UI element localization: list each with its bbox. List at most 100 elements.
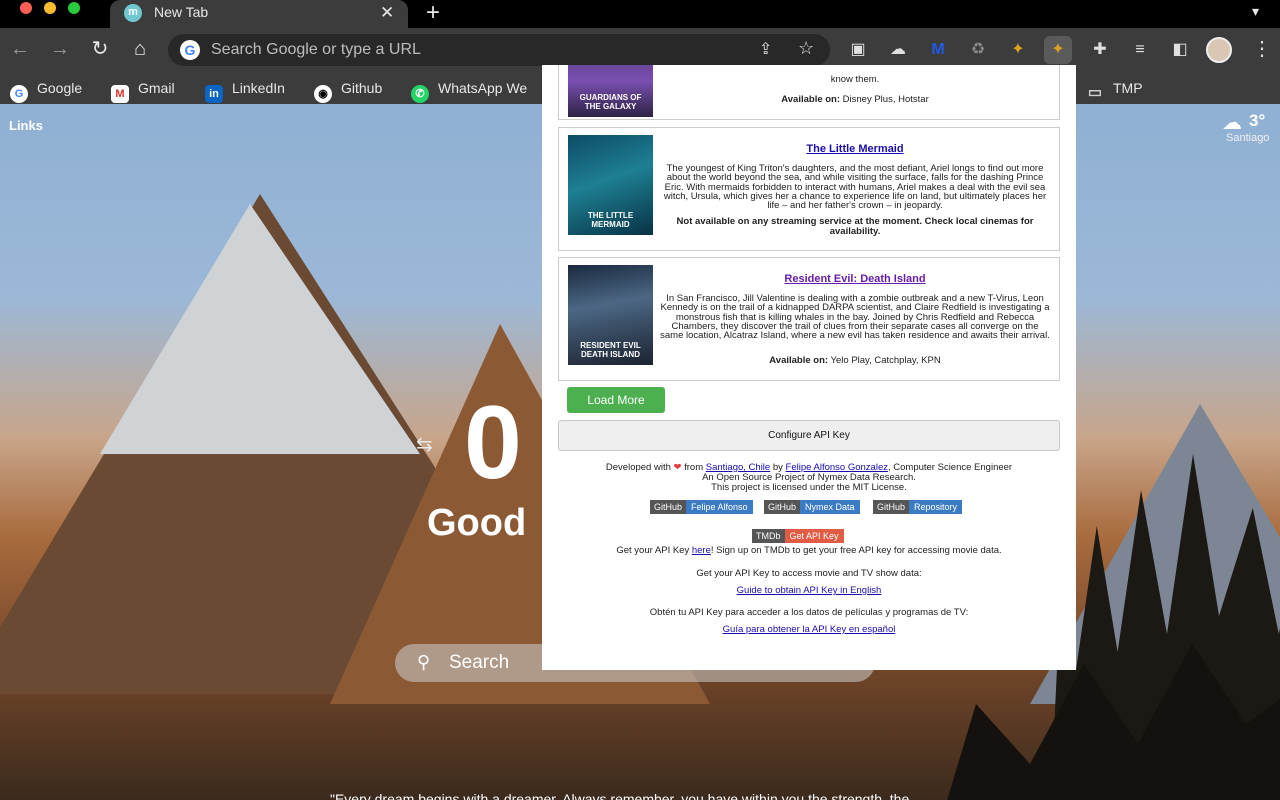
github-badge-nymex[interactable]: GitHub Nymex Data xyxy=(764,500,860,514)
movie-availability: Available on: Yelo Play, Catchplay, KPN xyxy=(659,355,1051,366)
bookmark-label: LinkedIn xyxy=(232,80,285,96)
availability-label: Available on: xyxy=(781,94,841,105)
tab-strip: m New Tab ✕ + ▾ xyxy=(0,0,1280,28)
badge-right: Nymex Data xyxy=(800,500,860,514)
availability-value: Disney Plus, Hotstar xyxy=(842,94,929,105)
google-icon: G xyxy=(10,85,28,103)
media-queue-icon[interactable]: ≡ xyxy=(1126,36,1154,64)
omnibox[interactable]: G Search Google or type a URL ⇪ ☆ xyxy=(168,34,830,66)
movie-title-link[interactable]: Resident Evil: Death Island xyxy=(659,273,1051,285)
whatsapp-icon: ✆ xyxy=(411,85,429,103)
close-window-button[interactable] xyxy=(20,2,32,14)
movie-extension-active-icon[interactable]: ✦ xyxy=(1044,36,1072,64)
google-icon: G xyxy=(180,40,200,60)
github-badge-repository[interactable]: GitHub Repository xyxy=(873,500,963,514)
api-text: ! Sign up on TMDb to get your free API k… xyxy=(710,545,1002,556)
poster-title: GUARDIANS OF THE GALAXY xyxy=(579,93,642,111)
bookmark-google[interactable]: G Google xyxy=(10,77,83,103)
availability-value: Yelo Play, Catchplay, KPN xyxy=(830,355,941,366)
movie-card: GUARDIANS OF THE GALAXY know them. Avail… xyxy=(558,65,1060,120)
bookmark-whatsapp[interactable]: ✆ WhatsApp We xyxy=(411,77,528,103)
configure-api-key-button[interactable]: Configure API Key xyxy=(558,420,1060,451)
side-panel-icon[interactable]: ◧ xyxy=(1166,36,1194,64)
bookmark-folder-tmp[interactable]: ▭ TMP xyxy=(1086,77,1143,101)
extension-popup: GUARDIANS OF THE GALAXY know them. Avail… xyxy=(542,65,1076,670)
spanish-guide-heading: Obtén tu API Key para acceder a los dato… xyxy=(649,607,969,618)
cloud-extension-icon[interactable]: ☁ xyxy=(884,36,912,64)
bookmark-label: Github xyxy=(341,80,383,96)
tab-search-chevron-icon[interactable]: ▾ xyxy=(1252,3,1259,20)
movie-availability: Available on: Disney Plus, Hotstar xyxy=(659,94,1051,105)
badge-left: TMDb xyxy=(752,529,785,543)
forward-icon[interactable]: → xyxy=(47,36,73,62)
github-badge-felipe[interactable]: GitHub Felipe Alfonso xyxy=(650,500,753,514)
reading-list-icon[interactable]: ▣ xyxy=(844,36,872,64)
movie-description: In San Francisco, Jill Valentine is deal… xyxy=(660,293,1050,342)
extensions-puzzle-icon[interactable]: ✚ xyxy=(1086,36,1114,64)
tab-title: New Tab xyxy=(154,4,209,20)
bookmark-gmail[interactable]: M Gmail xyxy=(111,77,175,103)
maximize-window-button[interactable] xyxy=(68,2,80,14)
movie-description: The youngest of King Triton's daughters,… xyxy=(663,163,1047,212)
greeting: Good xyxy=(427,502,527,544)
english-guide-heading: Get your API Key to access movie and TV … xyxy=(696,568,922,579)
search-icon: ⚲ xyxy=(417,652,431,672)
spanish-guide-link[interactable]: Guía para obtener la API Key en español xyxy=(542,624,1076,635)
folder-icon: ▭ xyxy=(1087,84,1103,101)
bookmark-github[interactable]: ◉ Github xyxy=(314,77,383,103)
load-more-button[interactable]: Load More xyxy=(567,387,665,413)
github-icon: ◉ xyxy=(314,85,332,103)
badge-right: Get API Key xyxy=(784,529,844,543)
availability-label: Available on: xyxy=(769,355,829,366)
bookmark-label: Google xyxy=(37,80,83,96)
home-icon[interactable]: ⌂ xyxy=(127,36,153,62)
bookmark-label: Gmail xyxy=(138,80,175,96)
swap-icon[interactable]: ⇆ xyxy=(416,432,433,457)
movie-unavailable: Not available on any streaming service a… xyxy=(676,216,1034,237)
tab-new-tab[interactable]: m New Tab ✕ xyxy=(110,0,408,28)
new-tab-button[interactable]: + xyxy=(426,0,440,26)
m-extension-icon[interactable]: M xyxy=(924,36,952,64)
movie-title-link[interactable]: The Little Mermaid xyxy=(659,143,1051,155)
bookmark-label: WhatsApp We xyxy=(438,80,528,96)
weather-temperature: 3° xyxy=(1249,111,1266,130)
search-placeholder: Search xyxy=(449,652,510,673)
bookmark-linkedin[interactable]: in LinkedIn xyxy=(205,77,285,103)
api-key-info: Get your API Key here! Sign up on TMDb t… xyxy=(542,545,1076,556)
linkedin-icon: in xyxy=(205,85,223,103)
poster-title: THE LITTLE MERMAID xyxy=(587,211,634,229)
profile-avatar[interactable] xyxy=(1206,37,1232,63)
movie-poster[interactable]: RESIDENT EVIL DEATH ISLAND xyxy=(568,265,653,365)
badge-left: GitHub xyxy=(650,500,687,514)
movie-poster[interactable]: THE LITTLE MERMAID xyxy=(568,135,653,235)
back-icon[interactable]: ← xyxy=(7,36,33,62)
english-guide-link[interactable]: Guide to obtain API Key in English xyxy=(542,585,1076,596)
gmail-icon: M xyxy=(111,85,129,103)
share-icon[interactable]: ⇪ xyxy=(759,39,772,59)
quote: "Every dream begins with a dreamer. Alwa… xyxy=(330,791,910,800)
api-text: Get your API Key xyxy=(616,545,690,556)
bookmark-star-icon[interactable]: ☆ xyxy=(798,38,814,59)
api-here-link[interactable]: here xyxy=(692,545,711,556)
badge-right: Repository xyxy=(909,500,963,514)
badge-left: GitHub xyxy=(764,500,801,514)
movie-description: know them. xyxy=(830,74,880,85)
recycle-extension-icon[interactable]: ♻ xyxy=(964,36,992,64)
poster-title: RESIDENT EVIL DEATH ISLAND xyxy=(580,341,641,359)
movie-poster[interactable]: GUARDIANS OF THE GALAXY xyxy=(568,65,653,117)
omnibox-placeholder: Search Google or type a URL xyxy=(211,41,421,58)
tab-favicon-icon: m xyxy=(124,4,142,22)
tmdb-get-api-key-badge[interactable]: TMDb Get API Key xyxy=(752,529,844,543)
close-tab-icon[interactable]: ✕ xyxy=(380,3,394,23)
movie-card: THE LITTLE MERMAID The Little Mermaid Th… xyxy=(558,127,1060,251)
clock: 0 xyxy=(464,385,522,501)
minimize-window-button[interactable] xyxy=(44,2,56,14)
movie-card: RESIDENT EVIL DEATH ISLAND Resident Evil… xyxy=(558,257,1060,381)
menu-dots-icon[interactable]: ⋮ xyxy=(1252,36,1272,62)
weather-city: Santiago xyxy=(1226,132,1270,144)
license-line: This project is licensed under the MIT L… xyxy=(711,482,907,493)
movie-extension-icon[interactable]: ✦ xyxy=(1004,36,1032,64)
reload-icon[interactable]: ↻ xyxy=(87,36,113,62)
links-button[interactable]: Links xyxy=(9,118,43,133)
bookmark-label: TMP xyxy=(1113,80,1143,96)
